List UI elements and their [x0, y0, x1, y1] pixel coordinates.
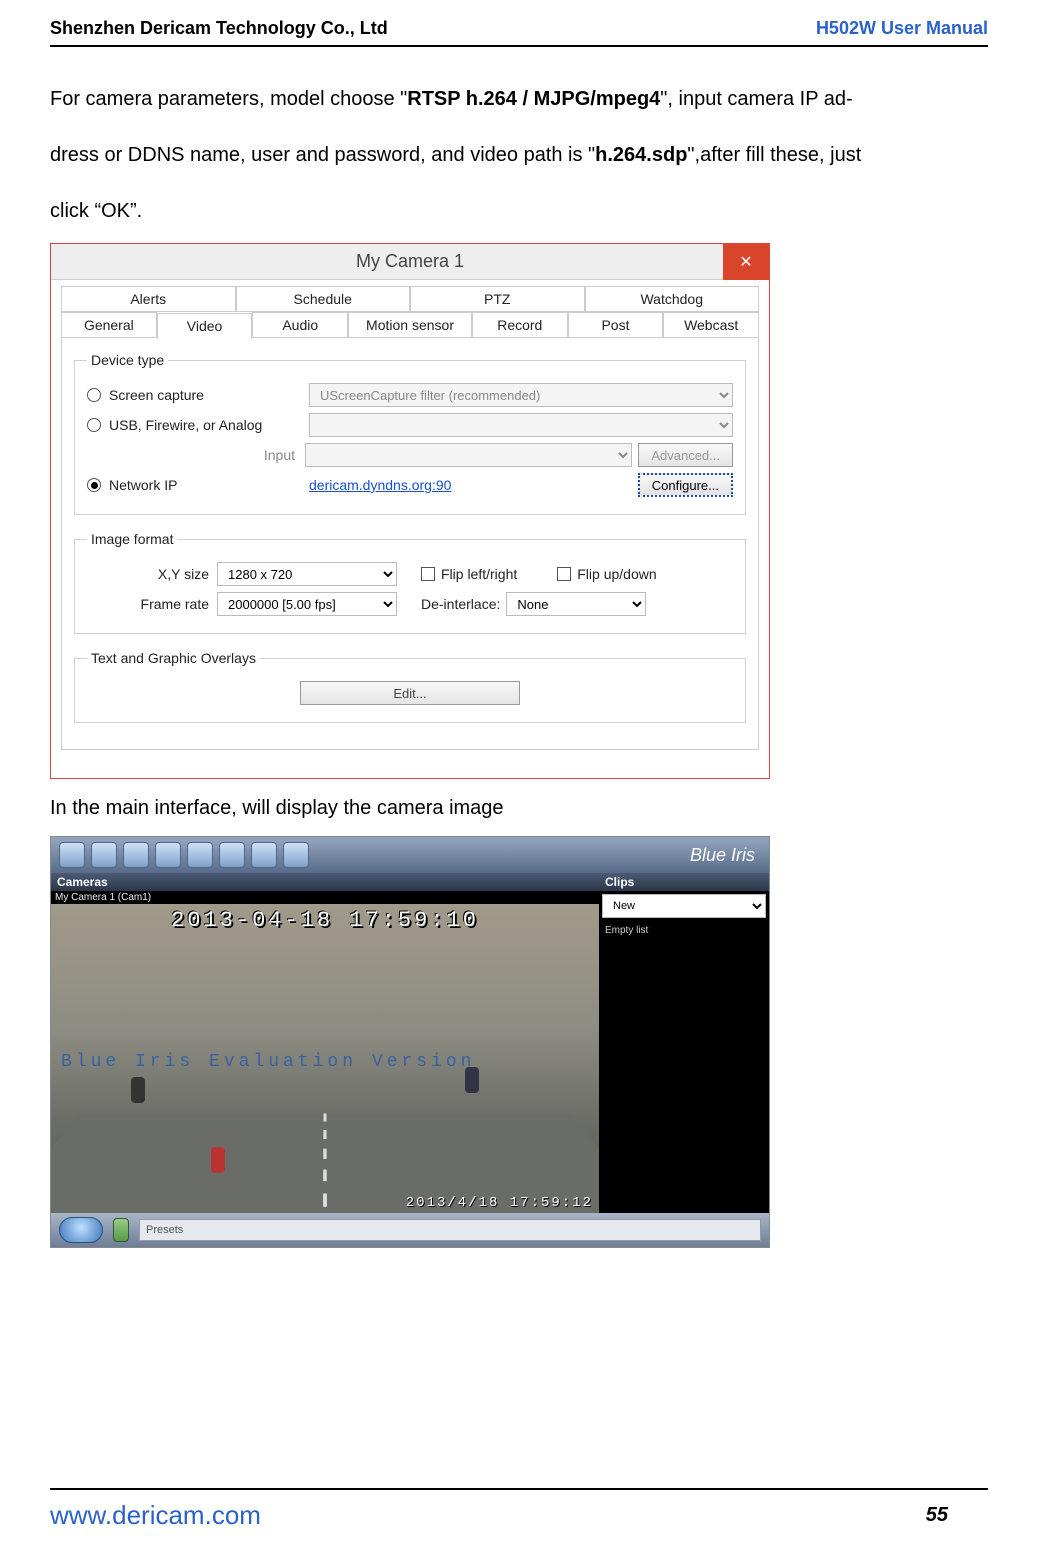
paragraph-3: click “OK”. — [50, 187, 988, 235]
page-number: 55 — [886, 1504, 988, 1527]
network-ip-link[interactable]: dericam.dyndns.org:90 — [309, 477, 632, 493]
tab-general[interactable]: General — [61, 312, 157, 338]
dialog-titlebar: My Camera 1 ✕ — [51, 244, 769, 280]
person-figure — [211, 1147, 225, 1173]
radio-label: USB, Firewire, or Analog — [109, 417, 309, 433]
footer-divider — [50, 1488, 988, 1490]
edit-overlays-button[interactable]: Edit... — [300, 681, 520, 705]
osd-timestamp-bottom: 2013/4/18 17:59:12 — [406, 1195, 593, 1211]
xy-label: X,Y size — [87, 566, 217, 582]
framerate-label: Frame rate — [87, 596, 217, 612]
blue-iris-window: Blue Iris Cameras My Camera 1 (Cam1) 201… — [50, 836, 770, 1248]
bi-toolbar: Blue Iris — [51, 837, 769, 873]
text: For camera parameters, model choose " — [50, 88, 407, 110]
advanced-button[interactable]: Advanced... — [638, 443, 733, 467]
text: ",after fill these, just — [687, 144, 861, 166]
caption-2: In the main interface, will display the … — [50, 797, 988, 820]
tabs: Alerts Schedule PTZ Watchdog General Vid… — [61, 286, 759, 338]
toolbar-icon[interactable] — [59, 842, 85, 868]
person-figure — [131, 1077, 145, 1103]
toolbar-icon[interactable] — [155, 842, 181, 868]
toolbar-icon[interactable] — [219, 842, 245, 868]
xy-size-select[interactable]: 1280 x 720 — [217, 562, 397, 586]
device-type-group: Device type Screen capture UScreenCaptur… — [74, 352, 746, 515]
flip-lr-label: Flip left/right — [441, 566, 517, 582]
tab-alerts[interactable]: Alerts — [61, 286, 236, 312]
tab-webcast[interactable]: Webcast — [663, 312, 759, 338]
tab-record[interactable]: Record — [472, 312, 568, 338]
deinterlace-label: De-interlace: — [421, 596, 506, 612]
tab-watchdog[interactable]: Watchdog — [585, 286, 760, 312]
radio-label: Network IP — [109, 477, 309, 493]
flip-ud-label: Flip up/down — [577, 566, 656, 582]
flip-lr-checkbox[interactable] — [421, 567, 435, 581]
cameras-header: Cameras — [51, 873, 599, 891]
tab-post[interactable]: Post — [568, 312, 664, 338]
camera-settings-dialog: My Camera 1 ✕ Alerts Schedule PTZ Watchd… — [50, 243, 770, 779]
configure-button[interactable]: Configure... — [638, 473, 733, 497]
bold-text: h.264.sdp — [595, 144, 687, 166]
footer-url: www.dericam.com — [50, 1500, 261, 1531]
toolbar-icon[interactable] — [123, 842, 149, 868]
osd-timestamp-top: 2013-04-18 17:59:10 — [51, 908, 599, 933]
device-type-legend: Device type — [87, 352, 168, 368]
bi-footer: Presets — [51, 1213, 769, 1247]
toolbar-icon[interactable] — [251, 842, 277, 868]
toolbar-icon[interactable] — [91, 842, 117, 868]
header-divider — [50, 45, 988, 47]
company-name: Shenzhen Dericam Technology Co., Ltd — [50, 18, 388, 39]
text: ", input camera IP ad- — [660, 88, 852, 110]
evaluation-watermark: Blue Iris Evaluation Version — [51, 1052, 599, 1072]
toolbar-icon[interactable] — [187, 842, 213, 868]
ptz-control-icon[interactable] — [59, 1217, 103, 1243]
person-figure — [465, 1067, 479, 1093]
paragraph-2: dress or DDNS name, user and password, a… — [50, 131, 988, 179]
image-format-group: Image format X,Y size 1280 x 720 Flip le… — [74, 531, 746, 634]
tab-motion-sensor[interactable]: Motion sensor — [348, 312, 472, 338]
radio-label: Screen capture — [109, 387, 309, 403]
presets-box[interactable]: Presets — [139, 1219, 761, 1241]
tab-video[interactable]: Video — [157, 313, 253, 339]
radio-network-ip[interactable] — [87, 478, 101, 492]
bi-brand-label: Blue Iris — [690, 845, 755, 866]
input-label: Input — [105, 447, 305, 463]
image-format-legend: Image format — [87, 531, 177, 547]
tab-schedule[interactable]: Schedule — [236, 286, 411, 312]
overlays-group: Text and Graphic Overlays Edit... — [74, 650, 746, 723]
close-icon: ✕ — [739, 252, 752, 272]
input-select[interactable] — [305, 443, 632, 467]
video-feed[interactable]: 2013-04-18 17:59:10 Blue Iris Evaluation… — [51, 904, 599, 1213]
clips-empty-label: Empty list — [599, 921, 769, 940]
usb-select[interactable] — [309, 413, 733, 437]
clips-header: Clips — [599, 873, 769, 891]
camera-label: My Camera 1 (Cam1) — [51, 891, 599, 904]
flip-ud-checkbox[interactable] — [557, 567, 571, 581]
toolbar-icon[interactable] — [283, 842, 309, 868]
overlays-legend: Text and Graphic Overlays — [87, 650, 260, 666]
zoom-control-icon[interactable] — [113, 1218, 129, 1242]
deinterlace-select[interactable]: None — [506, 592, 646, 616]
bold-text: RTSP h.264 / MJPG/mpeg4 — [407, 88, 660, 110]
screen-capture-select[interactable]: UScreenCapture filter (recommended) — [309, 383, 733, 407]
radio-screen-capture[interactable] — [87, 388, 101, 402]
framerate-select[interactable]: 2000000 [5.00 fps] — [217, 592, 397, 616]
dialog-title: My Camera 1 — [356, 251, 464, 272]
tab-audio[interactable]: Audio — [252, 312, 348, 338]
manual-title: H502W User Manual — [816, 18, 988, 39]
close-button[interactable]: ✕ — [723, 244, 769, 280]
clip-filter-select[interactable]: New — [602, 894, 766, 918]
radio-usb[interactable] — [87, 418, 101, 432]
text: dress or DDNS name, user and password, a… — [50, 144, 595, 166]
tab-ptz[interactable]: PTZ — [410, 286, 585, 312]
paragraph-1: For camera parameters, model choose "RTS… — [50, 75, 988, 123]
